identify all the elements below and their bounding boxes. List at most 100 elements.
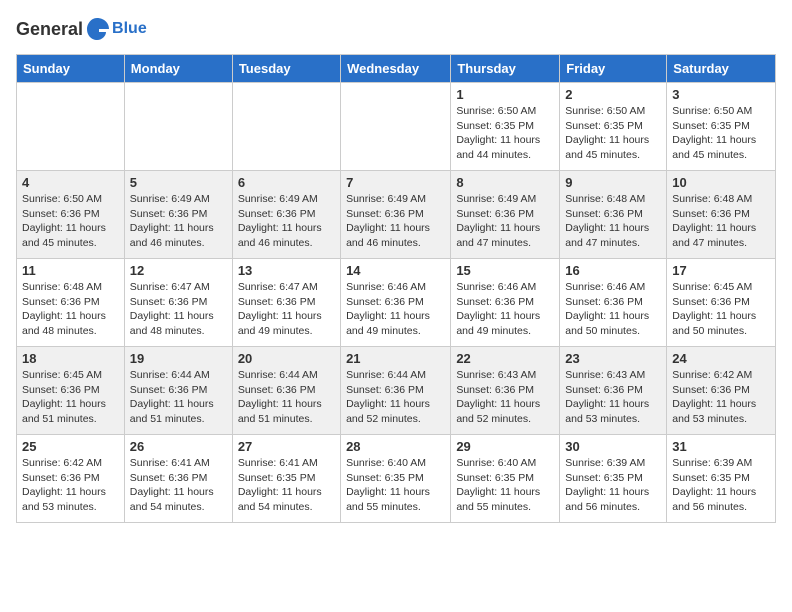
day-number: 1 [456, 87, 554, 102]
calendar-cell: 20 Sunrise: 6:44 AMSunset: 6:36 PMDayligh… [232, 347, 340, 435]
day-number: 23 [565, 351, 661, 366]
day-sun-info: Sunrise: 6:48 AMSunset: 6:36 PMDaylight:… [22, 280, 119, 339]
calendar-cell [232, 83, 340, 171]
weekday-header-friday: Friday [560, 55, 667, 83]
calendar-cell: 23 Sunrise: 6:43 AMSunset: 6:36 PMDayligh… [560, 347, 667, 435]
logo: General Blue [16, 16, 147, 42]
day-sun-info: Sunrise: 6:42 AMSunset: 6:36 PMDaylight:… [22, 456, 119, 515]
day-sun-info: Sunrise: 6:47 AMSunset: 6:36 PMDaylight:… [130, 280, 227, 339]
day-number: 20 [238, 351, 335, 366]
calendar-week-row: 18 Sunrise: 6:45 AMSunset: 6:36 PMDayligh… [17, 347, 776, 435]
calendar-cell: 16 Sunrise: 6:46 AMSunset: 6:36 PMDayligh… [560, 259, 667, 347]
calendar-cell: 25 Sunrise: 6:42 AMSunset: 6:36 PMDayligh… [17, 435, 125, 523]
day-number: 28 [346, 439, 445, 454]
day-sun-info: Sunrise: 6:44 AMSunset: 6:36 PMDaylight:… [238, 368, 335, 427]
day-sun-info: Sunrise: 6:49 AMSunset: 6:36 PMDaylight:… [456, 192, 554, 251]
day-number: 15 [456, 263, 554, 278]
day-number: 10 [672, 175, 770, 190]
day-sun-info: Sunrise: 6:43 AMSunset: 6:36 PMDaylight:… [456, 368, 554, 427]
day-sun-info: Sunrise: 6:48 AMSunset: 6:36 PMDaylight:… [672, 192, 770, 251]
calendar-cell: 31 Sunrise: 6:39 AMSunset: 6:35 PMDayligh… [667, 435, 776, 523]
day-sun-info: Sunrise: 6:50 AMSunset: 6:35 PMDaylight:… [672, 104, 770, 163]
day-number: 17 [672, 263, 770, 278]
day-number: 24 [672, 351, 770, 366]
calendar-cell: 4Sunrise: 6:50 AMSunset: 6:36 PMDaylight… [17, 171, 125, 259]
day-sun-info: Sunrise: 6:50 AMSunset: 6:35 PMDaylight:… [456, 104, 554, 163]
calendar-cell: 24Sunrise: 6:42 AMSunset: 6:36 PMDayligh… [667, 347, 776, 435]
calendar-cell: 15Sunrise: 6:46 AMSunset: 6:36 PMDayligh… [451, 259, 560, 347]
calendar-cell: 8 Sunrise: 6:49 AMSunset: 6:36 PMDaylight… [451, 171, 560, 259]
day-number: 5 [130, 175, 227, 190]
day-number: 26 [130, 439, 227, 454]
day-number: 6 [238, 175, 335, 190]
day-number: 31 [672, 439, 770, 454]
calendar-cell: 27Sunrise: 6:41 AMSunset: 6:35 PMDayligh… [232, 435, 340, 523]
weekday-header-monday: Monday [124, 55, 232, 83]
calendar-cell [124, 83, 232, 171]
day-sun-info: Sunrise: 6:48 AMSunset: 6:36 PMDaylight:… [565, 192, 661, 251]
day-number: 21 [346, 351, 445, 366]
day-sun-info: Sunrise: 6:39 AMSunset: 6:35 PMDaylight:… [672, 456, 770, 515]
calendar-cell: 11Sunrise: 6:48 AMSunset: 6:36 PMDayligh… [17, 259, 125, 347]
day-number: 16 [565, 263, 661, 278]
day-sun-info: Sunrise: 6:40 AMSunset: 6:35 PMDaylight:… [346, 456, 445, 515]
calendar-cell: 7Sunrise: 6:49 AMSunset: 6:36 PMDaylight… [341, 171, 451, 259]
calendar-cell: 21 Sunrise: 6:44 AMSunset: 6:36 PMDayligh… [341, 347, 451, 435]
calendar-week-row: 4Sunrise: 6:50 AMSunset: 6:36 PMDaylight… [17, 171, 776, 259]
day-number: 25 [22, 439, 119, 454]
day-sun-info: Sunrise: 6:41 AMSunset: 6:36 PMDaylight:… [130, 456, 227, 515]
day-sun-info: Sunrise: 6:44 AMSunset: 6:36 PMDaylight:… [346, 368, 445, 427]
day-number: 19 [130, 351, 227, 366]
weekday-header-row: SundayMondayTuesdayWednesdayThursdayFrid… [17, 55, 776, 83]
calendar-cell: 26 Sunrise: 6:41 AMSunset: 6:36 PMDayligh… [124, 435, 232, 523]
weekday-header-saturday: Saturday [667, 55, 776, 83]
day-number: 30 [565, 439, 661, 454]
calendar-cell: 3 Sunrise: 6:50 AMSunset: 6:35 PMDaylight… [667, 83, 776, 171]
calendar-cell: 12 Sunrise: 6:47 AMSunset: 6:36 PMDayligh… [124, 259, 232, 347]
calendar-cell: 22 Sunrise: 6:43 AMSunset: 6:36 PMDayligh… [451, 347, 560, 435]
day-number: 13 [238, 263, 335, 278]
calendar-cell: 5 Sunrise: 6:49 AMSunset: 6:36 PMDaylight… [124, 171, 232, 259]
day-number: 9 [565, 175, 661, 190]
day-sun-info: Sunrise: 6:50 AMSunset: 6:35 PMDaylight:… [565, 104, 661, 163]
day-sun-info: Sunrise: 6:49 AMSunset: 6:36 PMDaylight:… [130, 192, 227, 251]
day-number: 8 [456, 175, 554, 190]
day-number: 18 [22, 351, 119, 366]
day-sun-info: Sunrise: 6:43 AMSunset: 6:36 PMDaylight:… [565, 368, 661, 427]
calendar-cell: 6 Sunrise: 6:49 AMSunset: 6:36 PMDaylight… [232, 171, 340, 259]
calendar-cell: 13 Sunrise: 6:47 AMSunset: 6:36 PMDayligh… [232, 259, 340, 347]
logo-blue-text: Blue [112, 20, 147, 38]
day-sun-info: Sunrise: 6:46 AMSunset: 6:36 PMDaylight:… [565, 280, 661, 339]
calendar-cell: 9 Sunrise: 6:48 AMSunset: 6:36 PMDaylight… [560, 171, 667, 259]
day-number: 2 [565, 87, 661, 102]
calendar-cell: 30 Sunrise: 6:39 AMSunset: 6:35 PMDayligh… [560, 435, 667, 523]
calendar-week-row: 1 Sunrise: 6:50 AMSunset: 6:35 PMDaylight… [17, 83, 776, 171]
day-number: 3 [672, 87, 770, 102]
logo-general-text: General [16, 19, 83, 40]
day-sun-info: Sunrise: 6:47 AMSunset: 6:36 PMDaylight:… [238, 280, 335, 339]
day-number: 7 [346, 175, 445, 190]
calendar-cell: 14 Sunrise: 6:46 AMSunset: 6:36 PMDayligh… [341, 259, 451, 347]
calendar-cell: 1 Sunrise: 6:50 AMSunset: 6:35 PMDaylight… [451, 83, 560, 171]
calendar-cell: 18 Sunrise: 6:45 AMSunset: 6:36 PMDayligh… [17, 347, 125, 435]
day-number: 12 [130, 263, 227, 278]
weekday-header-sunday: Sunday [17, 55, 125, 83]
day-sun-info: Sunrise: 6:45 AMSunset: 6:36 PMDaylight:… [22, 368, 119, 427]
calendar-cell: 28 Sunrise: 6:40 AMSunset: 6:35 PMDayligh… [341, 435, 451, 523]
calendar-cell: 17Sunrise: 6:45 AMSunset: 6:36 PMDayligh… [667, 259, 776, 347]
day-number: 27 [238, 439, 335, 454]
day-number: 14 [346, 263, 445, 278]
day-sun-info: Sunrise: 6:39 AMSunset: 6:35 PMDaylight:… [565, 456, 661, 515]
calendar-cell: 10 Sunrise: 6:48 AMSunset: 6:36 PMDayligh… [667, 171, 776, 259]
logo-icon [84, 16, 110, 42]
day-sun-info: Sunrise: 6:44 AMSunset: 6:36 PMDaylight:… [130, 368, 227, 427]
page-header: General Blue [16, 16, 776, 42]
weekday-header-tuesday: Tuesday [232, 55, 340, 83]
day-sun-info: Sunrise: 6:49 AMSunset: 6:36 PMDaylight:… [238, 192, 335, 251]
calendar-cell [341, 83, 451, 171]
day-number: 22 [456, 351, 554, 366]
calendar-cell [17, 83, 125, 171]
calendar-cell: 29Sunrise: 6:40 AMSunset: 6:35 PMDayligh… [451, 435, 560, 523]
day-number: 4 [22, 175, 119, 190]
day-sun-info: Sunrise: 6:46 AMSunset: 6:36 PMDaylight:… [346, 280, 445, 339]
